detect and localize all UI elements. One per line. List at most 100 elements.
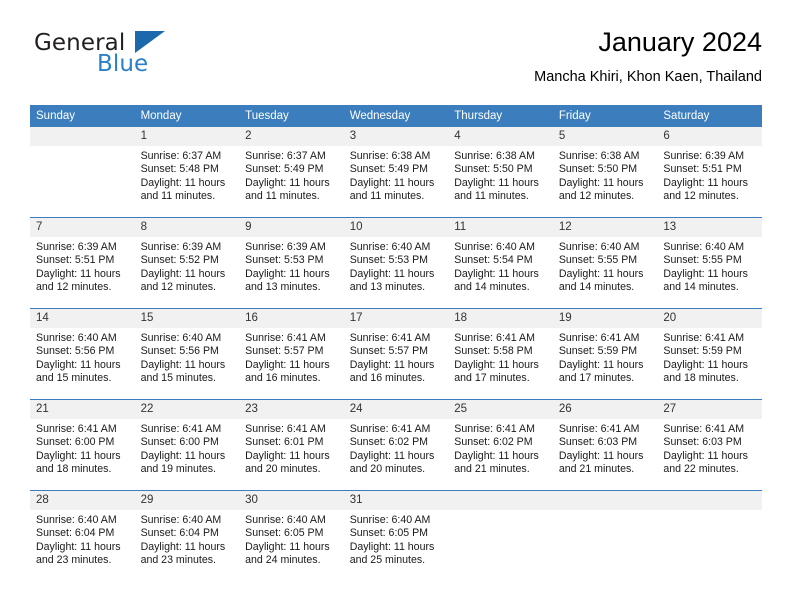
day-cell-inner: 14 Sunrise: 6:40 AM Sunset: 5:56 PM Dayl…: [30, 309, 135, 398]
calendar-day-cell[interactable]: 31 Sunrise: 6:40 AM Sunset: 6:05 PM Dayl…: [343, 490, 449, 581]
day-cell-inner: 5 Sunrise: 6:38 AM Sunset: 5:50 PM Dayli…: [552, 127, 658, 216]
calendar-day-cell[interactable]: 29 Sunrise: 6:40 AM Sunset: 6:04 PM Dayl…: [134, 490, 240, 581]
day-number: 9: [239, 218, 344, 237]
sunrise-text: Sunrise: 6:41 AM: [454, 332, 535, 344]
calendar-day-cell[interactable]: 14 Sunrise: 6:40 AM Sunset: 5:56 PM Dayl…: [30, 308, 135, 400]
daylight-text: Daylight: 11 hours and 20 minutes.: [349, 449, 435, 476]
calendar-day-cell[interactable]: 16 Sunrise: 6:41 AM Sunset: 5:57 PM Dayl…: [239, 308, 344, 400]
calendar-day-cell[interactable]: 23 Sunrise: 6:41 AM Sunset: 6:01 PM Dayl…: [239, 399, 344, 491]
sunset-text: Sunset: 5:59 PM: [558, 345, 638, 358]
daylight-text: Daylight: 11 hours and 13 minutes.: [349, 267, 435, 294]
day-cell-inner: 21 Sunrise: 6:41 AM Sunset: 6:00 PM Dayl…: [30, 400, 135, 489]
calendar-day-cell[interactable]: 3 Sunrise: 6:38 AM Sunset: 5:49 PM Dayli…: [343, 127, 449, 218]
daylight-text: Daylight: 11 hours and 11 minutes.: [140, 176, 226, 203]
calendar-table: Sunday Monday Tuesday Wednesday Thursday…: [30, 105, 762, 581]
day-number: 19: [552, 309, 658, 328]
day-details: Sunrise: 6:41 AM Sunset: 6:00 PM Dayligh…: [135, 419, 240, 477]
day-number: 12: [552, 218, 658, 237]
sunrise-text: Sunrise: 6:40 AM: [140, 514, 222, 526]
calendar-day-cell[interactable]: 11 Sunrise: 6:40 AM Sunset: 5:54 PM Dayl…: [448, 217, 553, 309]
day-details: Sunrise: 6:40 AM Sunset: 6:05 PM Dayligh…: [344, 510, 449, 568]
calendar-day-cell[interactable]: 22 Sunrise: 6:41 AM Sunset: 6:00 PM Dayl…: [134, 399, 240, 491]
calendar-day-cell[interactable]: [552, 490, 658, 581]
day-number: 11: [448, 218, 553, 237]
calendar-day-cell[interactable]: 15 Sunrise: 6:40 AM Sunset: 5:56 PM Dayl…: [134, 308, 240, 400]
sunset-text: Sunset: 5:59 PM: [663, 345, 742, 358]
day-cell-inner: [30, 127, 135, 216]
day-number: [552, 491, 658, 510]
calendar-day-cell[interactable]: 25 Sunrise: 6:41 AM Sunset: 6:02 PM Dayl…: [448, 399, 553, 491]
day-details: Sunrise: 6:41 AM Sunset: 5:59 PM Dayligh…: [553, 328, 658, 386]
day-details: Sunrise: 6:40 AM Sunset: 5:55 PM Dayligh…: [553, 237, 658, 295]
calendar-day-cell[interactable]: 18 Sunrise: 6:41 AM Sunset: 5:58 PM Dayl…: [448, 308, 553, 400]
daylight-text: Daylight: 11 hours and 12 minutes.: [663, 176, 748, 203]
sunrise-text: Sunrise: 6:39 AM: [663, 150, 745, 162]
day-details: Sunrise: 6:41 AM Sunset: 6:00 PM Dayligh…: [30, 419, 135, 477]
calendar-day-cell[interactable]: [657, 490, 762, 581]
daylight-text: Daylight: 11 hours and 15 minutes.: [140, 358, 226, 385]
page-header: General Blue January 2024 Mancha Khiri, …: [30, 26, 762, 100]
calendar-day-cell[interactable]: 13 Sunrise: 6:40 AM Sunset: 5:55 PM Dayl…: [657, 217, 762, 309]
day-details: Sunrise: 6:40 AM Sunset: 5:54 PM Dayligh…: [448, 237, 553, 295]
day-cell-inner: 24 Sunrise: 6:41 AM Sunset: 6:02 PM Dayl…: [343, 400, 449, 489]
sunrise-text: Sunrise: 6:39 AM: [140, 241, 222, 253]
day-details: Sunrise: 6:41 AM Sunset: 6:03 PM Dayligh…: [553, 419, 658, 477]
day-cell-inner: 19 Sunrise: 6:41 AM Sunset: 5:59 PM Dayl…: [552, 309, 658, 398]
weekday-header-wednesday: Wednesday: [343, 105, 449, 127]
calendar-day-cell[interactable]: 6 Sunrise: 6:39 AM Sunset: 5:51 PM Dayli…: [657, 127, 762, 218]
sunrise-text: Sunrise: 6:40 AM: [349, 514, 431, 526]
calendar-day-cell[interactable]: 24 Sunrise: 6:41 AM Sunset: 6:02 PM Dayl…: [343, 399, 449, 491]
calendar-day-cell[interactable]: 8 Sunrise: 6:39 AM Sunset: 5:52 PM Dayli…: [134, 217, 240, 309]
daylight-text: Daylight: 11 hours and 16 minutes.: [245, 358, 330, 385]
day-cell-inner: 17 Sunrise: 6:41 AM Sunset: 5:57 PM Dayl…: [343, 309, 449, 398]
day-details: Sunrise: 6:40 AM Sunset: 5:56 PM Dayligh…: [30, 328, 135, 386]
general-blue-logo[interactable]: General Blue: [34, 30, 234, 82]
day-number: 21: [30, 400, 135, 419]
day-cell-inner: 27 Sunrise: 6:41 AM Sunset: 6:03 PM Dayl…: [657, 400, 762, 489]
calendar-day-cell[interactable]: 20 Sunrise: 6:41 AM Sunset: 5:59 PM Dayl…: [657, 308, 762, 400]
calendar-day-cell[interactable]: 10 Sunrise: 6:40 AM Sunset: 5:53 PM Dayl…: [343, 217, 449, 309]
calendar-day-cell[interactable]: 7 Sunrise: 6:39 AM Sunset: 5:51 PM Dayli…: [30, 217, 135, 309]
sunrise-text: Sunrise: 6:41 AM: [349, 332, 431, 344]
calendar-day-cell[interactable]: 19 Sunrise: 6:41 AM Sunset: 5:59 PM Dayl…: [552, 308, 658, 400]
day-details: Sunrise: 6:37 AM Sunset: 5:49 PM Dayligh…: [239, 146, 344, 204]
calendar-day-cell[interactable]: 21 Sunrise: 6:41 AM Sunset: 6:00 PM Dayl…: [30, 399, 135, 491]
weekday-header-saturday: Saturday: [657, 105, 762, 127]
day-details: Sunrise: 6:41 AM Sunset: 6:02 PM Dayligh…: [344, 419, 449, 477]
sunrise-text: Sunrise: 6:41 AM: [558, 332, 640, 344]
calendar-day-cell[interactable]: 9 Sunrise: 6:39 AM Sunset: 5:53 PM Dayli…: [239, 217, 344, 309]
calendar-day-cell[interactable]: 27 Sunrise: 6:41 AM Sunset: 6:03 PM Dayl…: [657, 399, 762, 491]
day-cell-inner: 16 Sunrise: 6:41 AM Sunset: 5:57 PM Dayl…: [239, 309, 344, 398]
sunset-text: Sunset: 5:56 PM: [140, 345, 219, 358]
calendar-day-cell[interactable]: 2 Sunrise: 6:37 AM Sunset: 5:49 PM Dayli…: [239, 127, 344, 218]
sunset-text: Sunset: 5:51 PM: [36, 254, 115, 267]
logo-triangle-icon: [135, 31, 165, 53]
day-cell-inner: 25 Sunrise: 6:41 AM Sunset: 6:02 PM Dayl…: [448, 400, 553, 489]
day-number: 4: [448, 127, 553, 146]
sunrise-text: Sunrise: 6:40 AM: [140, 332, 222, 344]
day-number: 24: [343, 400, 449, 419]
calendar-day-cell[interactable]: [30, 127, 135, 218]
sunset-text: Sunset: 5:56 PM: [36, 345, 115, 358]
calendar-day-cell[interactable]: 12 Sunrise: 6:40 AM Sunset: 5:55 PM Dayl…: [552, 217, 658, 309]
calendar-day-cell[interactable]: 5 Sunrise: 6:38 AM Sunset: 5:50 PM Dayli…: [552, 127, 658, 218]
sunrise-text: Sunrise: 6:40 AM: [245, 514, 326, 526]
calendar-day-cell[interactable]: 17 Sunrise: 6:41 AM Sunset: 5:57 PM Dayl…: [343, 308, 449, 400]
daylight-text: Daylight: 11 hours and 17 minutes.: [558, 358, 644, 385]
calendar-day-cell[interactable]: 1 Sunrise: 6:37 AM Sunset: 5:48 PM Dayli…: [134, 127, 240, 218]
day-details: Sunrise: 6:41 AM Sunset: 5:59 PM Dayligh…: [657, 328, 762, 386]
sunrise-text: Sunrise: 6:37 AM: [245, 150, 326, 162]
day-number: 17: [343, 309, 449, 328]
calendar-day-cell[interactable]: [448, 490, 553, 581]
calendar-day-cell[interactable]: 4 Sunrise: 6:38 AM Sunset: 5:50 PM Dayli…: [448, 127, 553, 218]
day-details: Sunrise: 6:40 AM Sunset: 5:55 PM Dayligh…: [657, 237, 762, 295]
day-number: 2: [239, 127, 344, 146]
sunset-text: Sunset: 6:03 PM: [558, 436, 638, 449]
calendar-day-cell[interactable]: 30 Sunrise: 6:40 AM Sunset: 6:05 PM Dayl…: [239, 490, 344, 581]
calendar-day-cell[interactable]: 26 Sunrise: 6:41 AM Sunset: 6:03 PM Dayl…: [552, 399, 658, 491]
daylight-text: Daylight: 11 hours and 14 minutes.: [454, 267, 539, 294]
day-cell-inner: 20 Sunrise: 6:41 AM Sunset: 5:59 PM Dayl…: [657, 309, 762, 398]
day-number: 18: [448, 309, 553, 328]
daylight-text: Daylight: 11 hours and 12 minutes.: [140, 267, 226, 294]
calendar-day-cell[interactable]: 28 Sunrise: 6:40 AM Sunset: 6:04 PM Dayl…: [30, 490, 135, 581]
